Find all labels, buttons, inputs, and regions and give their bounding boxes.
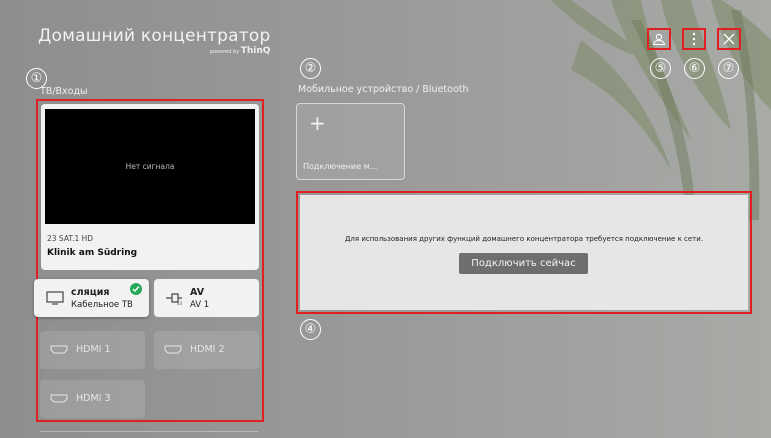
source-card-hdmi3[interactable]: HDMI 3 bbox=[40, 380, 145, 418]
source-name: HDMI 1 bbox=[76, 344, 111, 355]
callout-5: ⑤ bbox=[650, 58, 671, 79]
callout-4: ④ bbox=[300, 319, 321, 340]
profile-icon bbox=[652, 33, 666, 45]
tv-preview-card[interactable]: Нет сигнала 23 SAT.1 HD Klinik am Südrin… bbox=[41, 104, 259, 270]
source-card-av[interactable]: x3 AV AV 1 bbox=[154, 279, 259, 317]
add-mobile-device-card[interactable]: + Подключение м... bbox=[296, 103, 405, 180]
powered-by-thinq: powered by ThinQ bbox=[210, 46, 271, 56]
tv-preview-screen: Нет сигнала bbox=[45, 109, 255, 224]
source-card-cable-tv[interactable]: сляция Кабельное ТВ bbox=[34, 279, 149, 317]
source-sub: AV 1 bbox=[190, 300, 210, 310]
thinq-brand: ThinQ bbox=[240, 46, 271, 56]
program-title: Klinik am Südring bbox=[47, 248, 138, 258]
source-name: AV bbox=[190, 287, 205, 298]
profile-button[interactable] bbox=[647, 28, 671, 50]
callout-2: ② bbox=[300, 58, 321, 79]
more-options-icon bbox=[692, 32, 696, 46]
hdmi-icon bbox=[50, 345, 68, 354]
hdmi-icon bbox=[50, 394, 68, 403]
selected-check-icon bbox=[130, 283, 142, 295]
source-name: HDMI 2 bbox=[190, 344, 225, 355]
tv-icon bbox=[46, 291, 64, 305]
network-required-panel: Для использования других функций домашне… bbox=[300, 195, 748, 310]
channel-name: 23 SAT.1 HD bbox=[47, 234, 94, 243]
network-required-message: Для использования других функций домашне… bbox=[344, 235, 704, 243]
close-icon bbox=[723, 33, 735, 45]
hdmi-icon bbox=[164, 345, 182, 354]
source-name: HDMI 3 bbox=[76, 393, 111, 404]
tv-inputs-label: ТВ/Входы bbox=[40, 86, 88, 97]
source-sub: Кабельное ТВ bbox=[71, 300, 133, 310]
no-signal-text: Нет сигнала bbox=[125, 162, 175, 171]
av-input-icon: x3 bbox=[166, 293, 182, 305]
plus-icon: + bbox=[309, 111, 326, 135]
source-card-hdmi1[interactable]: HDMI 1 bbox=[40, 331, 145, 369]
page-title: Домашний концентратор bbox=[38, 26, 271, 46]
callout-6: ⑥ bbox=[684, 58, 705, 79]
powered-prefix: powered by bbox=[209, 49, 240, 55]
source-card-hdmi2[interactable]: HDMI 2 bbox=[154, 331, 259, 369]
close-button[interactable] bbox=[717, 28, 741, 50]
header: Домашний концентратор powered by ThinQ bbox=[38, 26, 271, 56]
source-name: сляция bbox=[71, 287, 110, 298]
mobile-bluetooth-label: Мобильное устройство / Bluetooth bbox=[298, 84, 469, 95]
more-options-button[interactable] bbox=[682, 28, 706, 50]
svg-text:x3: x3 bbox=[177, 301, 182, 305]
add-mobile-device-label: Подключение м... bbox=[303, 162, 378, 171]
connect-now-button[interactable]: Подключить сейчас bbox=[459, 253, 588, 274]
callout-7: ⑦ bbox=[718, 58, 739, 79]
scroll-divider bbox=[40, 431, 258, 432]
